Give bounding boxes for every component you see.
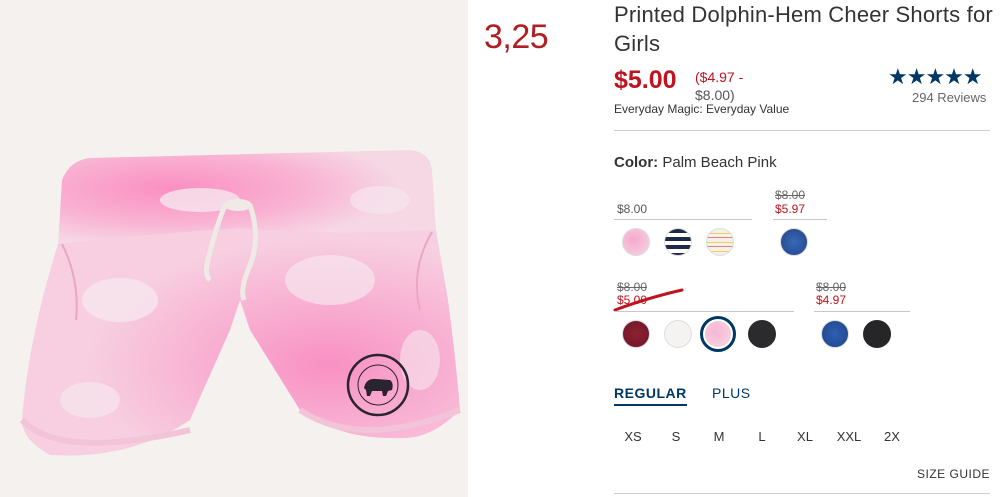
swatch-fill xyxy=(705,321,731,347)
shorts-illustration xyxy=(19,150,462,456)
size-s[interactable]: S xyxy=(661,429,691,444)
tab-plus[interactable]: PLUS xyxy=(712,385,751,401)
swatch-group-old-price: $8.00 xyxy=(775,188,806,202)
color-value: Palm Beach Pink xyxy=(662,154,777,171)
swatch-burgundy-floral[interactable] xyxy=(622,320,650,348)
swatch-white-print[interactable] xyxy=(664,320,692,348)
divider xyxy=(614,130,990,131)
rating-stars-icon[interactable]: ★★★★★ xyxy=(888,64,983,90)
size-l[interactable]: L xyxy=(747,429,777,444)
current-price: $5.00 xyxy=(614,66,677,94)
divider xyxy=(614,493,990,494)
swatch-group-sale-price: $4.97 xyxy=(816,293,847,307)
swatch-pink-tiedye[interactable] xyxy=(622,228,650,256)
color-label-key: Color: xyxy=(614,154,659,171)
price-annotation: 3,25 xyxy=(484,18,549,56)
product-image[interactable] xyxy=(0,0,468,497)
swatch-blue-stars[interactable] xyxy=(780,228,808,256)
swatch-navy-stripe[interactable] xyxy=(664,228,692,256)
swatch-multi-stripe[interactable] xyxy=(706,228,734,256)
group-divider xyxy=(614,311,794,312)
group-divider xyxy=(814,311,910,312)
swatch-group-old-price: $8.00 xyxy=(816,280,847,294)
price-range: ($4.97 - $8.00) xyxy=(695,68,775,104)
swatch-group-sale-price: $5.97 xyxy=(775,202,806,216)
price-range-high: $8.00) xyxy=(695,87,735,103)
size-2x[interactable]: 2X xyxy=(877,429,907,444)
size-xxl[interactable]: XXL xyxy=(834,429,864,444)
swatch-group-price: $8.00 xyxy=(617,202,648,216)
tab-regular[interactable]: REGULAR xyxy=(614,385,687,406)
group-divider xyxy=(773,219,827,220)
strike-mark-icon xyxy=(613,288,684,312)
product-title: Printed Dolphin-Hem Cheer Shorts for Gir… xyxy=(614,2,993,56)
reviews-link[interactable]: 294 Reviews xyxy=(912,90,986,105)
group-divider xyxy=(614,219,752,220)
value-tagline: Everyday Magic: Everyday Value xyxy=(614,102,790,116)
color-label: Color: Palm Beach Pink xyxy=(614,154,777,171)
swatch-blue-stars-2[interactable] xyxy=(821,320,849,348)
size-xs[interactable]: XS xyxy=(618,429,648,444)
price-range-low: ($4.97 - xyxy=(695,69,744,85)
size-guide-link[interactable]: SIZE GUIDE xyxy=(917,467,990,481)
size-m[interactable]: M xyxy=(704,429,734,444)
size-xl[interactable]: XL xyxy=(790,429,820,444)
swatch-black-floral[interactable] xyxy=(863,320,891,348)
swatch-black-print[interactable] xyxy=(748,320,776,348)
swatch-palm-beach-pink-selected[interactable] xyxy=(700,316,736,352)
